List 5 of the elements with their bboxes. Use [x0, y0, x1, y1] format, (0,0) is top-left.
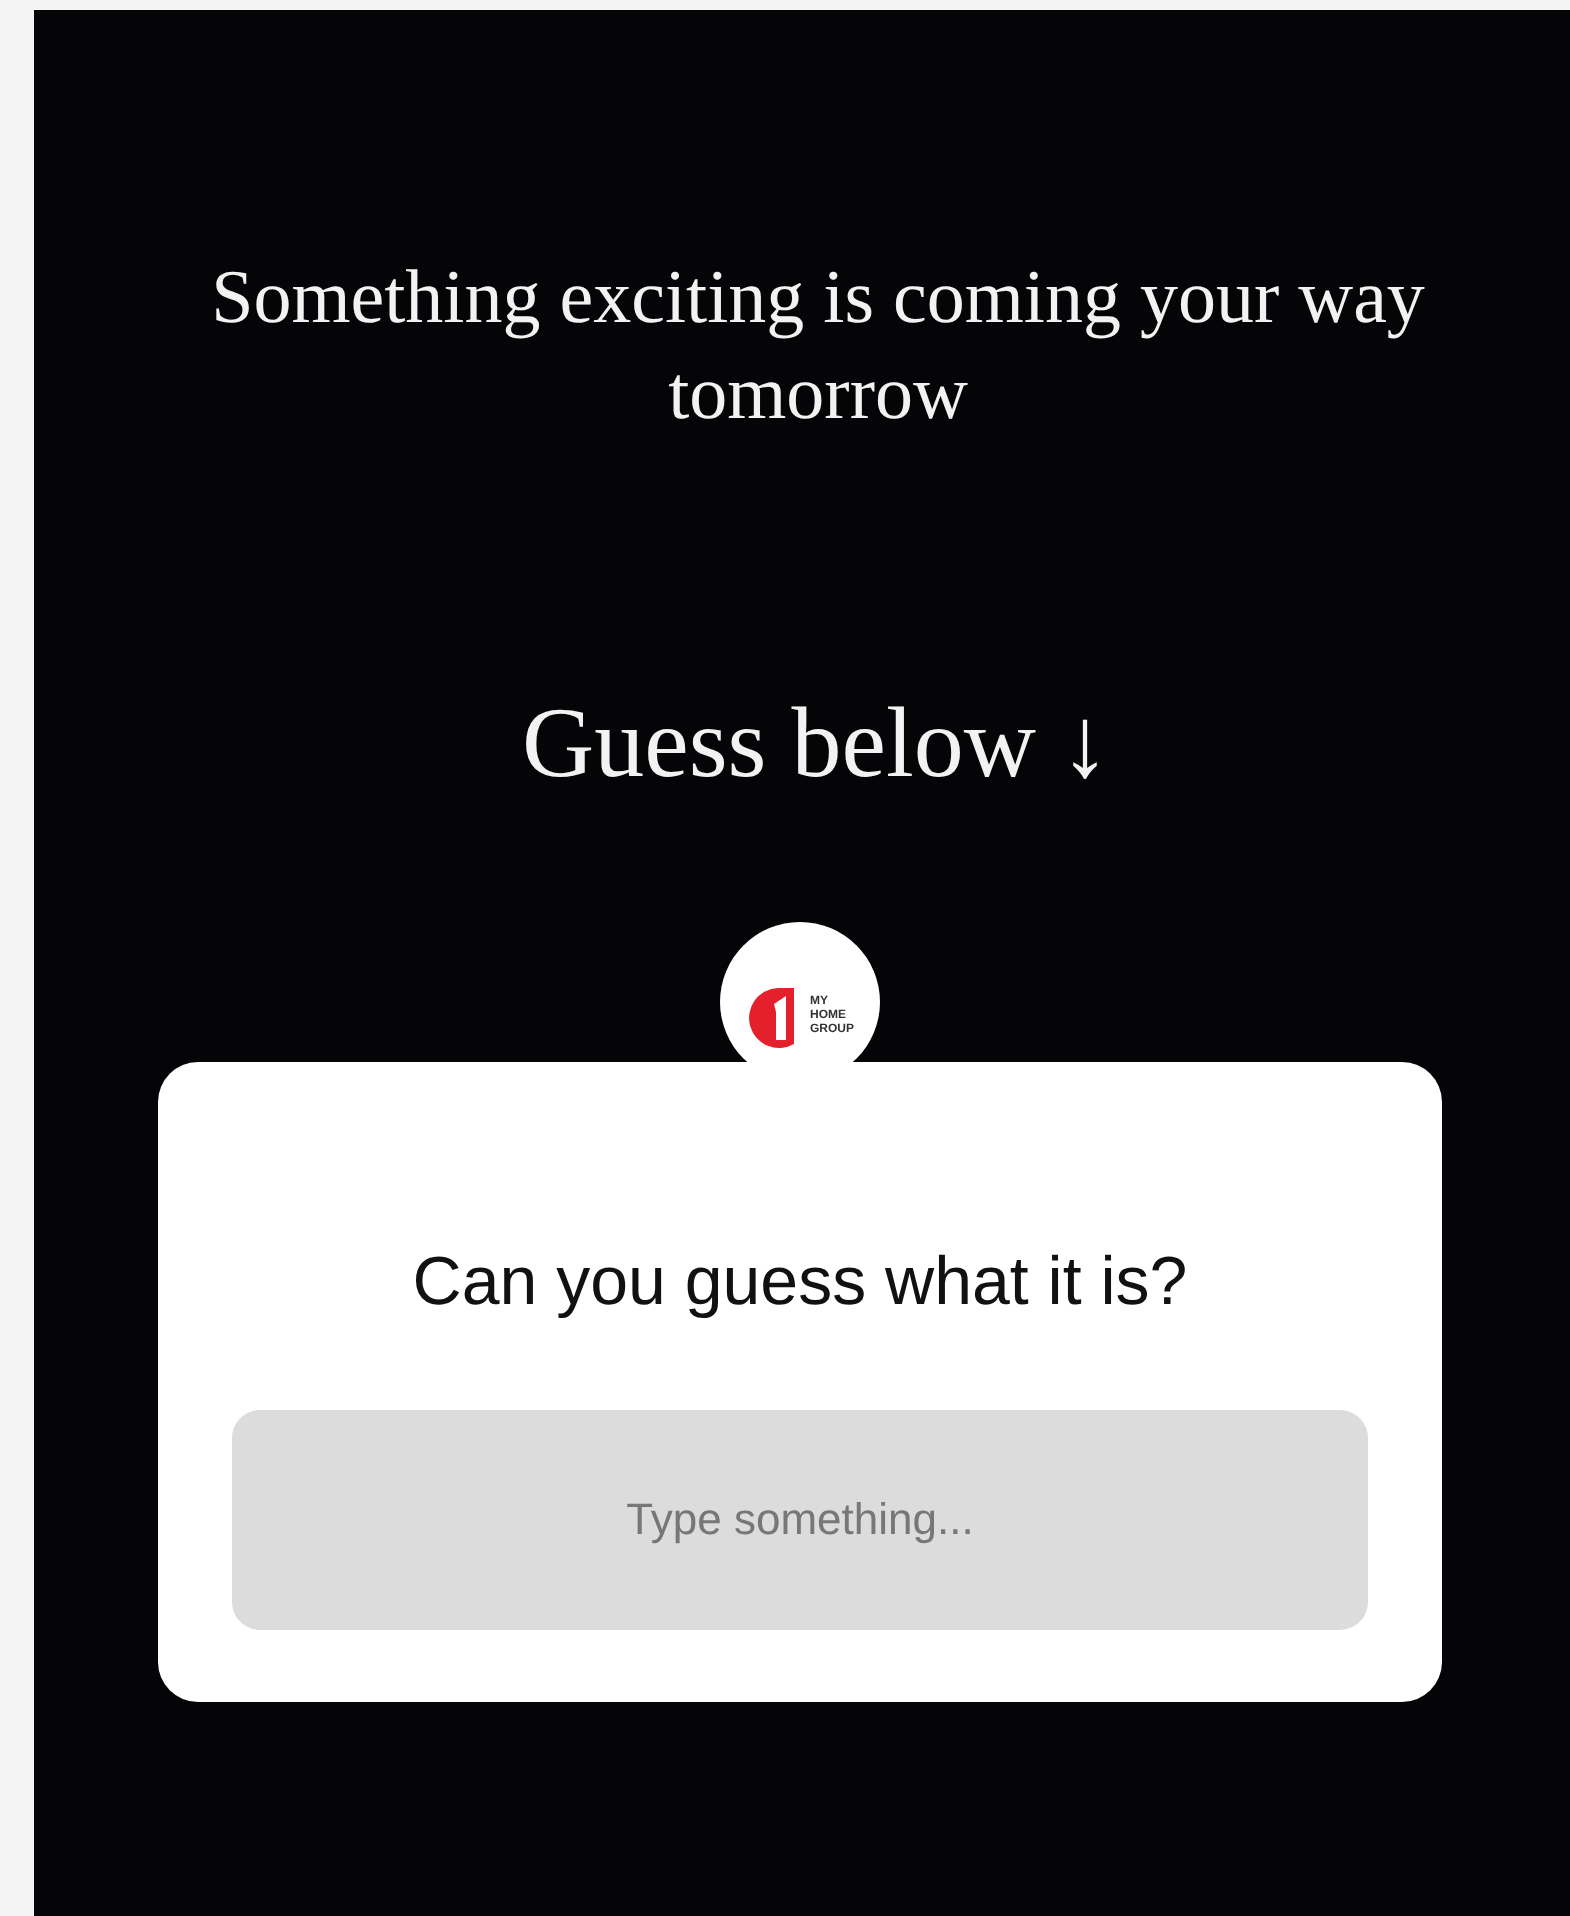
question-text: Can you guess what it is? — [412, 1242, 1188, 1324]
answer-field[interactable]: Type something... — [232, 1410, 1368, 1630]
prompt-text: Guess below — [522, 684, 1036, 802]
story-caption: Something exciting is coming your way tomorrow — [209, 254, 1427, 440]
arrow-text: ↓ — [1059, 684, 1110, 802]
